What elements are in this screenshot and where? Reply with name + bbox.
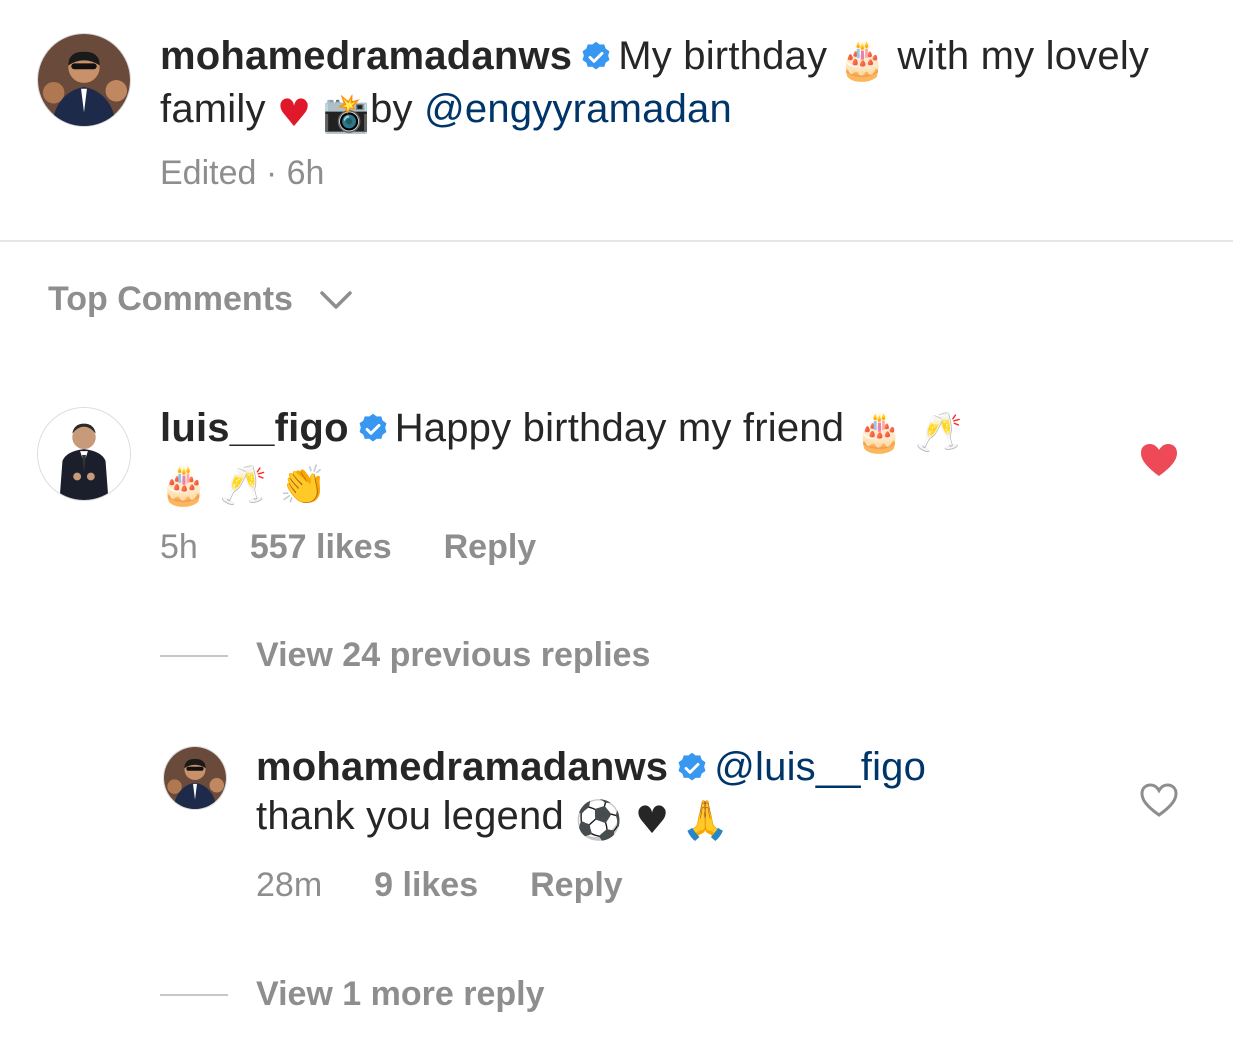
- thread-line: [160, 993, 228, 996]
- soccer-heart-pray-emoji-icon: ⚽ ♥ 🙏: [575, 798, 730, 842]
- reply-author-username[interactable]: mohamedramadanws: [256, 745, 668, 789]
- reply-author-avatar[interactable]: [163, 746, 227, 810]
- caption-text-3: by: [370, 87, 413, 131]
- view-more-replies-button[interactable]: View 1 more reply: [160, 975, 545, 1014]
- avatar-image: [38, 34, 130, 126]
- cake-champagne-clap-emoji-icon: 🎂 🥂 👏: [160, 463, 328, 507]
- post-author-avatar[interactable]: [37, 33, 131, 127]
- view-previous-replies-label: View 24 previous replies: [256, 636, 651, 674]
- reply-reply-button[interactable]: Reply: [530, 866, 623, 905]
- heart-outline-icon: [1140, 783, 1178, 817]
- comment-body: luis__figo Happy birthday my friend 🎂 🥂 🎂…: [160, 404, 1060, 510]
- verified-badge-icon: [676, 752, 708, 784]
- heart-filled-icon: [1141, 444, 1177, 476]
- reply-text: thank you legend: [256, 794, 564, 838]
- comment-sort-label: Top Comments: [48, 280, 293, 318]
- post-timestamp: Edited · 6h: [160, 154, 325, 192]
- verified-badge-icon: [580, 41, 612, 73]
- comment-like-button[interactable]: [1139, 442, 1179, 478]
- post-caption: mohamedramadanws My birthday 🎂 with my lo…: [160, 32, 1160, 138]
- avatar-image: [164, 747, 226, 809]
- reply-like-button[interactable]: [1139, 782, 1179, 818]
- comment-timestamp: 5h: [160, 528, 198, 566]
- reply-likes-count[interactable]: 9 likes: [374, 866, 478, 905]
- verified-badge-icon: [357, 413, 389, 445]
- cake-champagne-emoji-icon: 🎂 🥂: [855, 410, 963, 454]
- comment-author-avatar[interactable]: [37, 407, 131, 501]
- section-divider: [0, 240, 1233, 242]
- comment-sort-dropdown[interactable]: Top Comments: [48, 280, 353, 319]
- thread-line: [160, 654, 228, 657]
- reply-body: mohamedramadanws @luis__figo thank you le…: [256, 743, 1096, 845]
- comment-meta: 5h 557 likes Reply: [160, 528, 536, 567]
- camera-flash-emoji-icon: 📸: [322, 91, 371, 135]
- comment-likes-count[interactable]: 557 likes: [250, 528, 392, 567]
- view-more-replies-label: View 1 more reply: [256, 975, 545, 1013]
- post-author-username[interactable]: mohamedramadanws: [160, 34, 572, 78]
- comment-reply-button[interactable]: Reply: [444, 528, 537, 567]
- comments-screen: mohamedramadanws My birthday 🎂 with my lo…: [0, 0, 1233, 1054]
- cake-emoji-icon: 🎂: [838, 38, 887, 82]
- heart-emoji-icon: ♥: [276, 91, 312, 135]
- caption-text-1: My birthday: [618, 34, 828, 78]
- reply-timestamp: 28m: [256, 866, 323, 904]
- caption-mention-link[interactable]: @engyyramadan: [424, 87, 732, 131]
- reply-mention-link[interactable]: @luis__figo: [714, 745, 926, 789]
- comment-author-username[interactable]: luis__figo: [160, 406, 349, 450]
- comment-text: Happy birthday my friend: [394, 406, 845, 450]
- avatar-image: [38, 408, 130, 500]
- chevron-down-icon: [320, 290, 352, 309]
- reply-meta: 28m 9 likes Reply: [256, 866, 623, 905]
- view-previous-replies-button[interactable]: View 24 previous replies: [160, 636, 650, 675]
